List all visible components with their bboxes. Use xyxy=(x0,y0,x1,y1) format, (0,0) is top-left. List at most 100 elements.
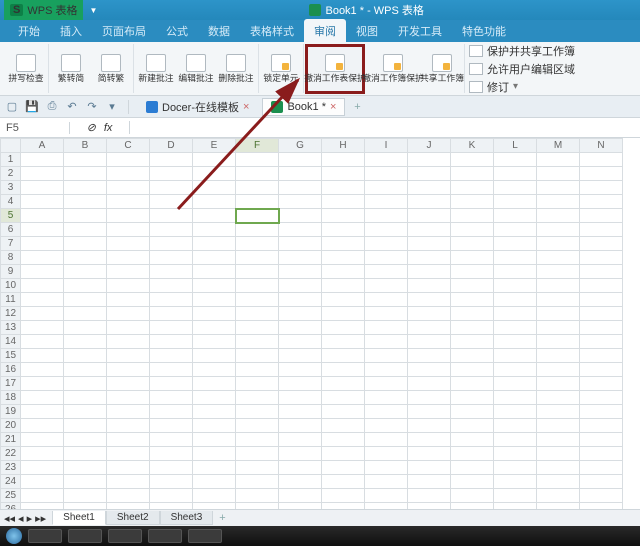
cell[interactable] xyxy=(107,195,150,209)
cell[interactable] xyxy=(494,391,537,405)
cell[interactable] xyxy=(580,433,623,447)
spreadsheet-grid[interactable]: ABCDEFGHIJKLMN12345678910111213141516171… xyxy=(0,138,640,528)
cell[interactable] xyxy=(537,223,580,237)
cell[interactable] xyxy=(537,349,580,363)
cell[interactable] xyxy=(451,237,494,251)
cell[interactable] xyxy=(408,209,451,223)
menu-tab-5[interactable]: 表格样式 xyxy=(240,19,304,42)
cell[interactable] xyxy=(21,489,64,503)
cell[interactable] xyxy=(236,475,279,489)
cell[interactable] xyxy=(107,405,150,419)
cell[interactable] xyxy=(150,223,193,237)
cell[interactable] xyxy=(580,181,623,195)
col-header[interactable]: B xyxy=(64,139,107,153)
cell[interactable] xyxy=(236,321,279,335)
cell[interactable] xyxy=(64,419,107,433)
cell[interactable] xyxy=(64,321,107,335)
cell[interactable] xyxy=(21,391,64,405)
cell[interactable] xyxy=(580,475,623,489)
cell[interactable] xyxy=(494,223,537,237)
name-box[interactable]: F5 xyxy=(0,122,70,134)
cell[interactable] xyxy=(107,447,150,461)
cell[interactable] xyxy=(365,153,408,167)
cell[interactable] xyxy=(21,181,64,195)
cell[interactable] xyxy=(236,265,279,279)
sheet-tab[interactable]: Sheet3 xyxy=(160,511,214,525)
cell[interactable] xyxy=(537,461,580,475)
cell[interactable] xyxy=(150,181,193,195)
cell[interactable] xyxy=(279,251,322,265)
cell[interactable] xyxy=(494,153,537,167)
cell[interactable] xyxy=(279,153,322,167)
cell[interactable] xyxy=(408,461,451,475)
cell[interactable] xyxy=(322,419,365,433)
print-icon[interactable]: ⎙ xyxy=(44,99,60,115)
cell[interactable] xyxy=(365,363,408,377)
cell[interactable] xyxy=(150,251,193,265)
cell[interactable] xyxy=(21,265,64,279)
cell[interactable] xyxy=(537,321,580,335)
menu-tab-1[interactable]: 插入 xyxy=(50,19,92,42)
cell[interactable] xyxy=(451,307,494,321)
cell[interactable] xyxy=(193,293,236,307)
row-header[interactable]: 15 xyxy=(1,349,21,363)
cell[interactable] xyxy=(279,195,322,209)
cell[interactable] xyxy=(64,433,107,447)
app-brand[interactable]: S WPS 表格 xyxy=(4,0,83,20)
app-menu-dropdown[interactable]: ▼ xyxy=(89,6,97,15)
cell[interactable] xyxy=(193,153,236,167)
cell[interactable] xyxy=(451,433,494,447)
cell[interactable] xyxy=(236,349,279,363)
menu-tab-4[interactable]: 数据 xyxy=(198,19,240,42)
cell[interactable] xyxy=(580,251,623,265)
cell[interactable] xyxy=(236,153,279,167)
cell[interactable] xyxy=(537,433,580,447)
cell[interactable] xyxy=(451,293,494,307)
cell[interactable] xyxy=(451,447,494,461)
cell[interactable] xyxy=(236,405,279,419)
cell[interactable] xyxy=(537,419,580,433)
cell[interactable] xyxy=(150,195,193,209)
cell[interactable] xyxy=(279,489,322,503)
cell[interactable] xyxy=(322,293,365,307)
cell[interactable] xyxy=(365,251,408,265)
cell[interactable] xyxy=(150,419,193,433)
cell[interactable] xyxy=(451,391,494,405)
cell[interactable] xyxy=(193,363,236,377)
cell[interactable] xyxy=(451,489,494,503)
revisions-button[interactable]: 修订▾ xyxy=(469,79,575,95)
allow-edit-ranges-button[interactable]: 允许用户编辑区域 xyxy=(469,61,575,77)
cell[interactable] xyxy=(580,195,623,209)
cell[interactable] xyxy=(193,321,236,335)
cell[interactable] xyxy=(21,153,64,167)
cell[interactable] xyxy=(107,167,150,181)
cell[interactable] xyxy=(107,307,150,321)
cell[interactable] xyxy=(365,433,408,447)
cell[interactable] xyxy=(21,419,64,433)
col-header[interactable]: E xyxy=(193,139,236,153)
col-header[interactable]: M xyxy=(537,139,580,153)
cell[interactable] xyxy=(64,447,107,461)
cell[interactable] xyxy=(451,195,494,209)
row-header[interactable]: 18 xyxy=(1,391,21,405)
menu-tab-7[interactable]: 视图 xyxy=(346,19,388,42)
row-header[interactable]: 22 xyxy=(1,447,21,461)
cell[interactable] xyxy=(408,167,451,181)
cell[interactable] xyxy=(365,447,408,461)
cell[interactable] xyxy=(580,293,623,307)
cell[interactable] xyxy=(21,251,64,265)
cell[interactable] xyxy=(279,391,322,405)
cell[interactable] xyxy=(64,251,107,265)
cell[interactable] xyxy=(193,195,236,209)
cell[interactable] xyxy=(322,447,365,461)
cell[interactable] xyxy=(365,489,408,503)
cell[interactable] xyxy=(365,461,408,475)
cell[interactable] xyxy=(322,321,365,335)
cell[interactable] xyxy=(279,307,322,321)
cell[interactable] xyxy=(150,363,193,377)
cell[interactable] xyxy=(451,279,494,293)
cell[interactable] xyxy=(236,251,279,265)
cell[interactable] xyxy=(537,209,580,223)
cell[interactable] xyxy=(64,405,107,419)
cell[interactable] xyxy=(451,405,494,419)
